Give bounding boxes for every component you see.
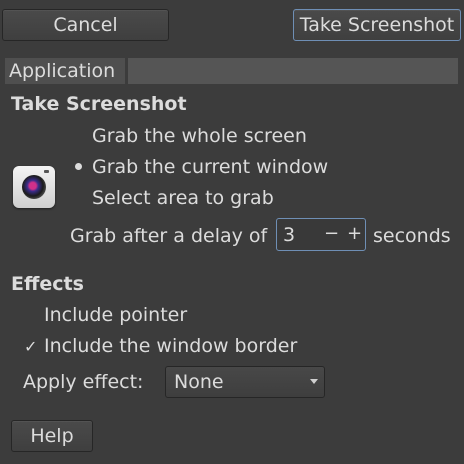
decrement-button[interactable]: − <box>324 223 339 244</box>
chevron-down-icon <box>310 379 318 384</box>
checkmark-icon[interactable]: ✓ <box>24 337 37 356</box>
apply-effect-dropdown[interactable]: None <box>165 366 325 398</box>
delay-spinbutton[interactable]: 3 − + <box>276 218 366 251</box>
camera-icon <box>13 166 55 208</box>
option-select-area[interactable]: Select area to grab <box>92 187 274 209</box>
include-pointer-checkbox[interactable]: Include pointer <box>44 304 187 326</box>
take-screenshot-heading: Take Screenshot <box>11 93 187 115</box>
delay-unit-label: seconds <box>373 225 451 247</box>
delay-value[interactable]: 3 <box>283 224 295 246</box>
option-current-window[interactable]: Grab the current window <box>92 156 328 178</box>
apply-effect-label: Apply effect: <box>23 371 144 393</box>
apply-effect-value: None <box>174 371 224 393</box>
application-label: Application <box>9 60 116 82</box>
help-button[interactable]: Help <box>11 420 93 452</box>
cancel-button[interactable]: Cancel <box>2 9 169 41</box>
effects-heading: Effects <box>11 273 84 295</box>
option-whole-screen[interactable]: Grab the whole screen <box>92 125 307 147</box>
application-field[interactable] <box>128 58 458 84</box>
include-border-checkbox[interactable]: Include the window border <box>44 335 297 357</box>
delay-label: Grab after a delay of <box>70 225 268 247</box>
radio-selected-icon <box>75 163 82 170</box>
take-screenshot-button[interactable]: Take Screenshot <box>293 9 461 41</box>
increment-button[interactable]: + <box>347 223 362 244</box>
